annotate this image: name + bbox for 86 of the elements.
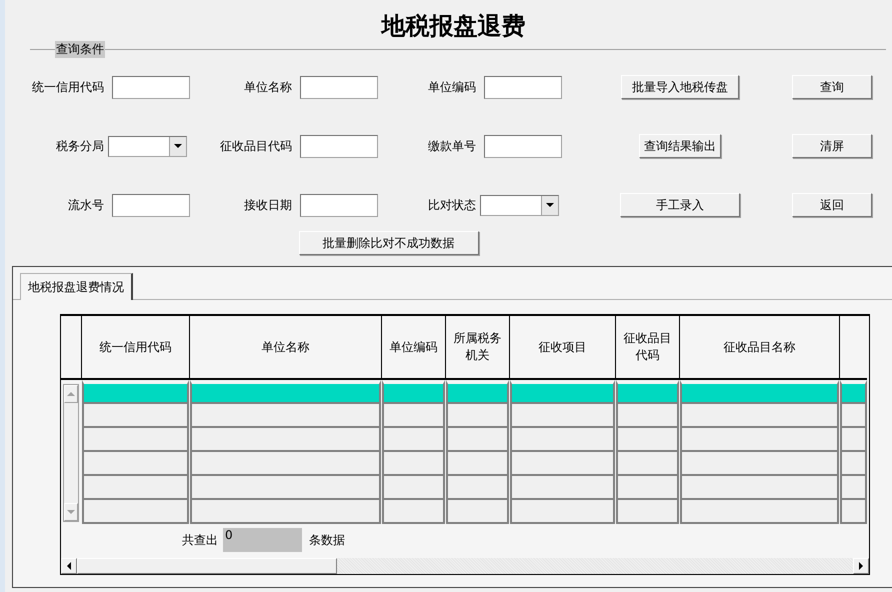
table-cell[interactable] [82, 500, 189, 524]
input-field[interactable] [112, 76, 190, 98]
input-field[interactable] [300, 194, 378, 216]
table-cell[interactable] [616, 500, 679, 524]
action-button[interactable]: 批量导入地税传盘 [621, 75, 739, 99]
field-label: 流水号 [68, 196, 105, 214]
input-field[interactable] [300, 134, 378, 158]
table-cell[interactable] [446, 476, 509, 500]
column-header: 单位编码 [381, 316, 445, 380]
column-header: 单位名称 [189, 316, 381, 380]
table-cell[interactable] [840, 452, 867, 476]
bulk-delete-button[interactable]: 批量删除比对不成功数据 [298, 231, 478, 255]
table-cell[interactable] [382, 404, 445, 428]
vertical-scrollbar[interactable] [63, 384, 79, 522]
table-cell[interactable] [82, 476, 189, 500]
table-cell[interactable] [190, 452, 381, 476]
input-field[interactable] [300, 76, 378, 98]
table-cell[interactable] [840, 500, 867, 524]
field-label: 征收品目代码 [220, 138, 293, 154]
scroll-down-icon [67, 510, 75, 514]
column-header: 征收项目 [509, 316, 615, 380]
table-cell[interactable] [616, 428, 679, 452]
scroll-left-icon [67, 562, 71, 570]
field-label: 单位编码 [428, 78, 477, 96]
field-label: 税务分局 [56, 138, 105, 154]
column-header: 征收品目代码 [615, 316, 679, 380]
table-cell[interactable] [190, 428, 381, 452]
table-cell[interactable] [510, 500, 615, 524]
scroll-right-icon [859, 562, 863, 570]
dropdown-field[interactable] [480, 194, 559, 216]
table-cell[interactable] [446, 500, 509, 524]
input-field[interactable] [484, 134, 562, 158]
input-field[interactable] [112, 194, 190, 216]
column-header: 征收品目名称 [679, 316, 839, 380]
count-label: 条数据 [309, 532, 345, 548]
table-cell[interactable] [190, 500, 381, 524]
table-cell[interactable] [840, 404, 867, 428]
action-button[interactable]: 手工录入 [620, 193, 740, 217]
table-cell[interactable] [510, 452, 615, 476]
table-cell[interactable] [190, 476, 381, 500]
field-label: 缴款单号 [428, 138, 477, 154]
dropdown-field[interactable] [108, 136, 187, 156]
field-label: 单位名称 [244, 78, 293, 96]
scroll-up-icon [67, 392, 75, 396]
table-cell[interactable] [680, 404, 839, 428]
dropdown-arrow-icon [174, 144, 182, 148]
input-field[interactable] [484, 76, 562, 98]
page-title: 地税报盘退费 [380, 11, 526, 42]
action-button[interactable]: 清屏 [792, 134, 872, 158]
table-cell[interactable] [616, 452, 679, 476]
table-cell[interactable] [840, 476, 867, 500]
column-header: 统一信用代码 [81, 316, 189, 380]
table-cell[interactable] [510, 404, 615, 428]
table-cell[interactable] [446, 452, 509, 476]
field-label: 比对状态 [428, 196, 477, 214]
column-header: 所属税务机关 [445, 316, 509, 380]
table-cell[interactable] [446, 404, 509, 428]
tab[interactable]: 地税报盘退费情况 [20, 273, 133, 300]
field-label: 接收日期 [244, 196, 293, 214]
table-cell[interactable] [190, 404, 381, 428]
table-cell[interactable] [382, 452, 445, 476]
table-cell[interactable] [680, 476, 839, 500]
table-cell[interactable] [82, 428, 189, 452]
action-button[interactable]: 查询结果输出 [639, 134, 721, 158]
table-cell[interactable] [382, 476, 445, 500]
table-cell[interactable] [680, 452, 839, 476]
table-cell[interactable] [82, 452, 189, 476]
table-cell[interactable] [680, 428, 839, 452]
table-cell[interactable] [446, 428, 509, 452]
action-button[interactable]: 返回 [792, 193, 872, 217]
dropdown-arrow-icon [546, 203, 554, 207]
table-cell[interactable] [382, 500, 445, 524]
action-button[interactable]: 查询 [792, 75, 872, 99]
table-cell[interactable] [840, 428, 867, 452]
count-label: 共查出 [182, 532, 218, 548]
field-label: 统一信用代码 [32, 78, 105, 96]
table-cell[interactable] [680, 500, 839, 524]
horizontal-scrollbar[interactable] [61, 558, 869, 574]
table-cell[interactable] [510, 428, 615, 452]
table-cell[interactable] [382, 428, 445, 452]
table-cell[interactable] [82, 404, 189, 428]
table-cell[interactable] [616, 404, 679, 428]
group-legend: 查询条件 [55, 40, 105, 58]
table-cell[interactable] [510, 476, 615, 500]
table-cell[interactable] [616, 476, 679, 500]
count-field: 0 [223, 528, 302, 552]
